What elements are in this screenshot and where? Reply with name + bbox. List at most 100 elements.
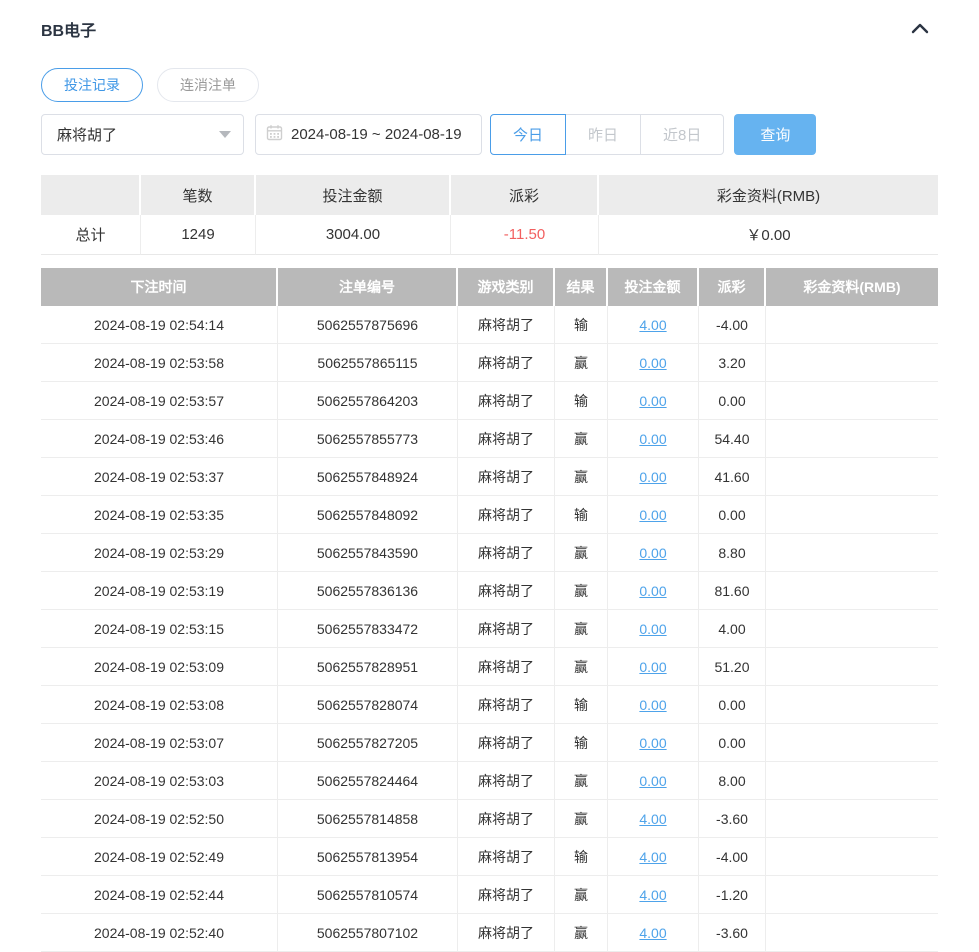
cell-bet-amount: 0.00 [608, 572, 699, 610]
cell-result: 赢 [555, 420, 608, 458]
cell-payout: 51.20 [699, 648, 766, 686]
bet-amount-link[interactable]: 4.00 [639, 887, 666, 903]
bet-amount-link[interactable]: 0.00 [639, 469, 666, 485]
cell-result: 输 [555, 838, 608, 876]
cell-payout: 0.00 [699, 686, 766, 724]
cell-game-type: 麻将胡了 [458, 382, 555, 420]
tab-cancelled-orders[interactable]: 连消注单 [157, 68, 259, 102]
bet-amount-link[interactable]: 0.00 [639, 431, 666, 447]
bet-amount-link[interactable]: 0.00 [639, 659, 666, 675]
table-row: 2024-08-19 02:53:35 5062557848092 麻将胡了输 0.0… [41, 496, 938, 534]
cell-game-type: 麻将胡了 [458, 572, 555, 610]
bet-amount-link[interactable]: 0.00 [639, 621, 666, 637]
cell-order-number: 5062557865115 [278, 344, 458, 382]
cell-bet-time: 2024-08-19 02:53:29 [41, 534, 278, 572]
summary-col-blank [41, 175, 141, 215]
cell-game-type: 麻将胡了 [458, 762, 555, 800]
bet-amount-link[interactable]: 0.00 [639, 583, 666, 599]
records-col-payout: 派彩 [699, 268, 766, 306]
cell-bonus [766, 838, 938, 876]
table-row: 2024-08-19 02:53:29 5062557843590 麻将胡了赢 0.0… [41, 534, 938, 572]
cell-payout: 81.60 [699, 572, 766, 610]
bet-amount-link[interactable]: 0.00 [639, 355, 666, 371]
cell-bet-amount: 0.00 [608, 458, 699, 496]
cell-bonus [766, 420, 938, 458]
cell-bonus [766, 800, 938, 838]
cell-order-number: 5062557827205 [278, 724, 458, 762]
chevron-down-icon [219, 131, 231, 138]
bet-amount-link[interactable]: 0.00 [639, 735, 666, 751]
cell-bet-time: 2024-08-19 02:53:58 [41, 344, 278, 382]
cell-bet-amount: 0.00 [608, 344, 699, 382]
summary-header-row: 笔数 投注金额 派彩 彩金资料(RMB) [41, 175, 938, 215]
tab-label: 投注记录 [64, 77, 120, 93]
date-range-input[interactable]: 2024-08-19 ~ 2024-08-19 [255, 114, 482, 155]
search-button[interactable]: 查询 [734, 114, 817, 155]
today-button[interactable]: 今日 [490, 114, 567, 155]
cell-game-type: 麻将胡了 [458, 686, 555, 724]
cell-bet-amount: 0.00 [608, 534, 699, 572]
cell-order-number: 5062557848092 [278, 496, 458, 534]
game-select[interactable]: 麻将胡了 [41, 114, 244, 155]
bet-amount-link[interactable]: 0.00 [639, 393, 666, 409]
table-row: 2024-08-19 02:53:03 5062557824464 麻将胡了赢 0.0… [41, 762, 938, 800]
cell-bet-time: 2024-08-19 02:52:44 [41, 876, 278, 914]
cell-bet-time: 2024-08-19 02:53:03 [41, 762, 278, 800]
cell-bonus [766, 914, 938, 952]
last-8-days-button[interactable]: 近8日 [640, 114, 725, 155]
cell-bet-amount: 4.00 [608, 876, 699, 914]
cell-bet-time: 2024-08-19 02:54:14 [41, 306, 278, 344]
cell-payout: 4.00 [699, 610, 766, 648]
yesterday-button[interactable]: 昨日 [565, 114, 642, 155]
records-col-time: 下注时间 [41, 268, 278, 306]
cell-result: 输 [555, 382, 608, 420]
cell-bonus [766, 458, 938, 496]
record-type-tabs: 投注记录 连消注单 [41, 68, 938, 102]
cell-payout: 8.80 [699, 534, 766, 572]
table-row: 2024-08-19 02:54:14 5062557875696 麻将胡了输 4.0… [41, 306, 938, 344]
cell-bet-amount: 0.00 [608, 382, 699, 420]
cell-bonus [766, 686, 938, 724]
cell-bonus [766, 876, 938, 914]
cell-result: 赢 [555, 344, 608, 382]
cell-game-type: 麻将胡了 [458, 458, 555, 496]
tab-betting-records[interactable]: 投注记录 [41, 68, 143, 102]
cell-game-type: 麻将胡了 [458, 420, 555, 458]
calendar-icon [266, 124, 283, 146]
panel-header: BB电子 [41, 17, 938, 41]
cell-game-type: 麻将胡了 [458, 724, 555, 762]
cell-bet-time: 2024-08-19 02:53:15 [41, 610, 278, 648]
table-row: 2024-08-19 02:52:40 5062557807102 麻将胡了赢 4.0… [41, 914, 938, 952]
bet-amount-link[interactable]: 4.00 [639, 925, 666, 941]
cell-bonus [766, 610, 938, 648]
betting-records-panel: BB电子 投注记录 连消注单 麻将胡了 2024-08-19 ~ 2024-08… [0, 0, 979, 952]
cell-bet-amount: 0.00 [608, 648, 699, 686]
cell-game-type: 麻将胡了 [458, 914, 555, 952]
bet-amount-link[interactable]: 0.00 [639, 697, 666, 713]
summary-table: 笔数 投注金额 派彩 彩金资料(RMB) 总计 1249 3004.00 -11… [41, 175, 938, 255]
table-row: 2024-08-19 02:53:08 5062557828074 麻将胡了输 0.0… [41, 686, 938, 724]
summary-total-count: 1249 [141, 215, 256, 255]
cell-result: 输 [555, 686, 608, 724]
summary-total-bet-amount: 3004.00 [256, 215, 451, 255]
cell-result: 赢 [555, 648, 608, 686]
bet-amount-link[interactable]: 4.00 [639, 849, 666, 865]
game-select-value: 麻将胡了 [57, 127, 118, 144]
collapse-panel-button[interactable] [908, 19, 932, 40]
cell-game-type: 麻将胡了 [458, 306, 555, 344]
cell-order-number: 5062557828074 [278, 686, 458, 724]
table-row: 2024-08-19 02:53:09 5062557828951 麻将胡了赢 0.0… [41, 648, 938, 686]
bet-amount-link[interactable]: 0.00 [639, 545, 666, 561]
cell-bet-amount: 0.00 [608, 762, 699, 800]
cell-game-type: 麻将胡了 [458, 876, 555, 914]
cell-order-number: 5062557828951 [278, 648, 458, 686]
summary-total-label: 总计 [41, 215, 141, 255]
bet-amount-link[interactable]: 4.00 [639, 811, 666, 827]
bet-amount-link[interactable]: 0.00 [639, 507, 666, 523]
filter-bar: 麻将胡了 2024-08-19 ~ 2024-08-19 今日 昨日 近8日 查… [41, 114, 938, 155]
bet-amount-link[interactable]: 4.00 [639, 317, 666, 333]
records-col-bonus: 彩金资料(RMB) [766, 268, 938, 306]
records-col-result: 结果 [555, 268, 608, 306]
summary-col-payout: 派彩 [451, 175, 599, 215]
bet-amount-link[interactable]: 0.00 [639, 773, 666, 789]
